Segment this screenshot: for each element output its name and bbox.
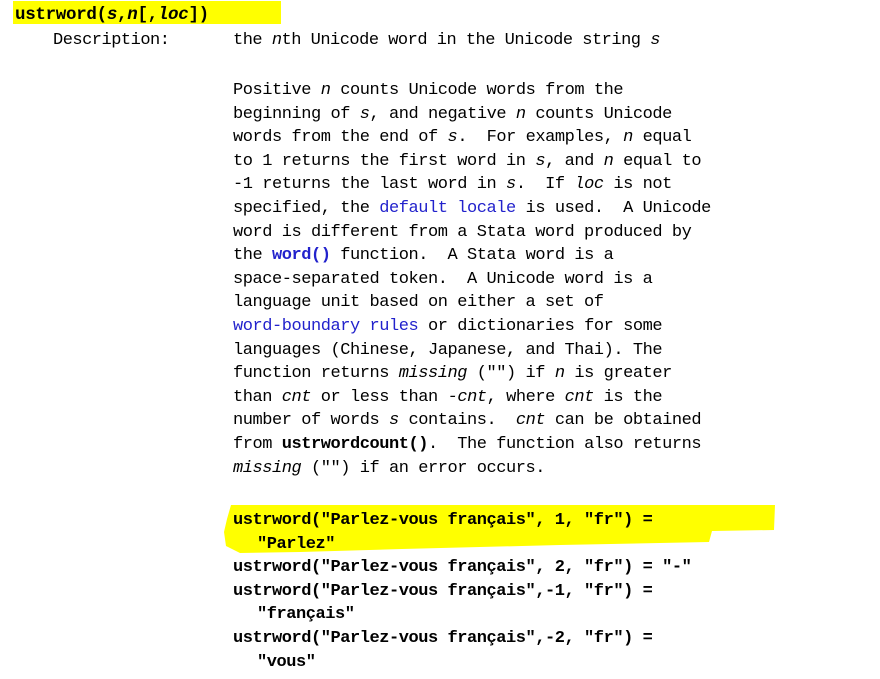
example-result: "vous": [257, 652, 316, 672]
italic-variable: s: [506, 175, 516, 195]
plain-text: , and: [545, 151, 604, 171]
italic-variable: cnt: [281, 387, 312, 407]
italic-variable: s: [359, 104, 370, 124]
description-body-line: function returns missing ("") if n is gr…: [233, 362, 672, 386]
plain-text: counts Unicode words from the: [330, 81, 624, 100]
plain-text: counts Unicode: [525, 104, 672, 124]
plain-text: or dictionaries for some: [418, 317, 663, 336]
example-call: ustrword("Parlez-vous français", 2, "fr"…: [233, 558, 692, 578]
bold-text: [,: [137, 5, 158, 25]
plain-text: to 1 returns the first word in: [233, 151, 536, 171]
italic-variable: n: [271, 31, 282, 50]
description-body-line: missing ("") if an error occurs.: [233, 457, 546, 481]
plain-text: space-separated token. A Unicode word is…: [233, 269, 653, 289]
plain-text: beginning of: [233, 104, 360, 124]
description-body-line: space-separated token. A Unicode word is…: [233, 268, 653, 292]
plain-text: contains.: [398, 411, 516, 431]
description-label: Description:: [53, 31, 170, 50]
help-link[interactable]: word(): [272, 246, 331, 265]
plain-text: equal to: [613, 151, 702, 171]
description-body-line: from ustrwordcount(). The function also …: [233, 433, 702, 457]
italic-variable: s: [650, 31, 660, 50]
italic-variable: missing: [233, 458, 302, 478]
italic-variable: s: [389, 411, 399, 431]
description-body-line: number of words s contains. cnt can be o…: [233, 409, 702, 433]
italic-variable: s: [106, 5, 118, 25]
description-body-line: languages (Chinese, Japanese, and Thai).…: [233, 339, 663, 363]
plain-text: can be obtained: [545, 411, 702, 431]
example-result: "français": [257, 605, 355, 625]
plain-text: , where: [486, 387, 565, 407]
description-body-line: words from the end of s. For examples, n…: [233, 126, 692, 150]
plain-text: is the: [593, 387, 663, 407]
plain-text: the: [233, 31, 272, 50]
signature-text: ustrword(s,n[,loc]): [15, 5, 209, 25]
plain-text: equal: [632, 128, 692, 148]
italic-variable: n: [623, 128, 633, 148]
bold-text: ]): [188, 5, 209, 25]
description-body-line: beginning of s, and negative n counts Un…: [233, 103, 672, 127]
bold-text: ,: [117, 5, 128, 25]
italic-variable: n: [320, 81, 331, 100]
plain-text: or less than: [311, 387, 448, 407]
description-body-line: language unit based on either a set of: [233, 291, 604, 315]
plain-text: number of words: [233, 411, 390, 431]
help-link[interactable]: word-boundary rules: [233, 317, 419, 336]
description-body-line: -1 returns the last word in s. If loc is…: [233, 173, 672, 197]
example-call: ustrword("Parlez-vous français", 1, "fr"…: [233, 511, 653, 530]
italic-variable: missing: [398, 364, 468, 384]
description-body-line: word-boundary rules or dictionaries for …: [233, 315, 663, 339]
example-call: ustrword("Parlez-vous français",-1, "fr"…: [233, 581, 653, 601]
description-body-line: than cnt or less than -cnt, where cnt is…: [233, 386, 663, 410]
plain-text: is used. A Unicode: [515, 199, 712, 218]
italic-variable: n: [515, 104, 526, 124]
italic-variable: s: [535, 151, 546, 171]
plain-text: ("") if an error occurs.: [301, 458, 546, 478]
description-body-line: specified, the default locale is used. A…: [233, 197, 711, 221]
italic-variable: s: [447, 128, 458, 148]
plain-text: -1 returns the last word in: [233, 175, 507, 195]
italic-variable: n: [127, 5, 138, 25]
description-summary: the nth Unicode word in the Unicode stri…: [233, 29, 660, 53]
description-body-line: to 1 returns the first word in s, and n …: [233, 150, 702, 174]
plain-text: words from the end of: [233, 128, 448, 148]
plain-text: ("") if: [467, 364, 555, 384]
italic-variable: n: [554, 364, 565, 384]
italic-variable: loc: [157, 5, 189, 25]
help-page: ustrword(s,n[,loc]) Description: the nth…: [0, 0, 880, 679]
plain-text: is not: [603, 175, 672, 195]
plain-text: . If: [515, 175, 575, 195]
plain-text: function returns: [233, 364, 399, 384]
plain-text: specified, the: [233, 199, 380, 218]
description-summary-text: the nth Unicode word in the Unicode stri…: [233, 31, 660, 50]
italic-variable: n: [603, 151, 614, 171]
plain-text: word is different from a Stata word prod…: [233, 222, 692, 242]
bold-text: ustrword(: [15, 5, 107, 25]
plain-text: function. A Stata word is a: [330, 246, 614, 266]
plain-text: . For examples,: [457, 128, 624, 148]
description-body-line: word is different from a Stata word prod…: [233, 221, 692, 245]
help-link[interactable]: default locale: [379, 199, 516, 218]
italic-variable: cnt: [564, 387, 595, 407]
italic-variable: cnt: [515, 411, 546, 431]
plain-text: . The function also returns: [428, 435, 702, 454]
description-body-line: Positive n counts Unicode words from the: [233, 79, 624, 103]
plain-text: language unit based on either a set of: [233, 293, 604, 313]
italic-variable: -cnt: [447, 387, 487, 407]
example-result: "Parlez": [257, 534, 336, 554]
plain-text: Positive: [233, 81, 321, 100]
example-call: ustrword("Parlez-vous français",-2, "fr"…: [233, 629, 653, 648]
function-signature: ustrword(s,n[,loc]): [15, 3, 209, 27]
plain-text: than: [233, 387, 282, 407]
plain-text: , and negative: [369, 104, 516, 124]
italic-variable: loc: [574, 175, 604, 195]
plain-text: th Unicode word in the Unicode string: [281, 31, 651, 50]
plain-text: languages (Chinese, Japanese, and Thai).…: [233, 340, 663, 360]
bold-text: ustrwordcount(): [281, 435, 429, 454]
plain-text: from: [233, 435, 282, 454]
description-body-line: the word() function. A Stata word is a: [233, 244, 614, 268]
plain-text: the: [233, 246, 273, 266]
plain-text: is greater: [564, 364, 672, 384]
